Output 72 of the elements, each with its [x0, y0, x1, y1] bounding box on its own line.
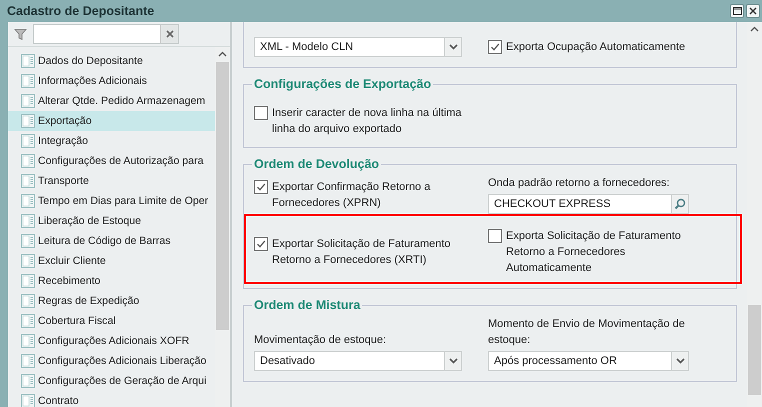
scrollbar-thumb[interactable] [216, 62, 229, 330]
nav-item[interactable]: Dados do Depositante [8, 51, 215, 71]
checkbox-label: Exportar Confirmação Retorno a Fornecedores (XPRN) [272, 180, 432, 210]
nav-item[interactable]: Configurações Adicionais Liberação [8, 351, 215, 371]
form-icon [21, 114, 35, 128]
nav-item[interactable]: Configurações de Geração de Arqui [8, 371, 215, 391]
nav-item[interactable]: Regras de Expedição [8, 291, 215, 311]
clear-button[interactable] [160, 25, 178, 43]
form-icon [21, 374, 35, 388]
nav-item[interactable]: Recebimento [8, 271, 215, 291]
field-label: Onda padrão retorno a fornecedores: [488, 176, 671, 191]
form-icon [21, 254, 35, 268]
checkbox[interactable] [488, 229, 502, 243]
checkbox-label: Inserir caracter de nova linha na última linha do arquivo exportado [272, 106, 463, 137]
nav-item[interactable]: Transporte [8, 171, 215, 191]
form-icon [21, 174, 35, 188]
maximize-button[interactable] [730, 4, 744, 18]
nav-item[interactable]: Liberação de Estoque [8, 211, 215, 231]
scrollbar-thumb[interactable] [748, 305, 761, 395]
section-title: Configurações de Exportação [253, 77, 432, 91]
form-icon [21, 134, 35, 148]
checkbox[interactable] [254, 180, 268, 194]
checkbox[interactable] [254, 106, 268, 120]
form-icon [21, 74, 35, 88]
nav-item[interactable]: Contrato [8, 391, 215, 407]
checkbox-label: Exporta Solicitação de Faturamento Retorno a Fornecedores Automaticamente [506, 229, 682, 276]
form-icon [21, 94, 35, 108]
form-icon [21, 334, 35, 348]
nav-item[interactable]: Cobertura Fiscal [8, 311, 215, 331]
section-title: Ordem de Mistura [253, 298, 362, 312]
dropdown[interactable]: XML - Modelo CLN [254, 37, 462, 57]
form-icon [21, 274, 35, 288]
form-icon [21, 194, 35, 208]
filter-field[interactable] [33, 24, 179, 44]
lookup-field[interactable]: CHECKOUT EXPRESS [488, 194, 689, 214]
chevron-down-icon [676, 358, 684, 364]
form-icon [21, 54, 35, 68]
form-icon [21, 354, 35, 368]
close-button[interactable] [746, 4, 760, 18]
nav-item[interactable]: Integração [8, 131, 215, 151]
checkbox-label: Exporta Ocupação Automaticamente [506, 40, 686, 55]
nav-item[interactable]: Tempo em Dias para Limite de Oper [8, 191, 215, 211]
nav-item[interactable]: Exportação [8, 111, 215, 131]
checkbox[interactable] [254, 237, 268, 251]
form-icon [21, 294, 35, 308]
scroll-up-icon[interactable] [218, 51, 227, 57]
nav-item[interactable]: Configurações de Autorização para [8, 151, 215, 171]
form-icon [21, 154, 35, 168]
nav-item[interactable]: Alterar Qtde. Pedido Armazenagem [8, 91, 215, 111]
window-title: Cadastro de Depositante [7, 4, 156, 18]
maximize-icon[interactable] [732, 7, 742, 15]
nav-item[interactable]: Leitura de Código de Barras [8, 231, 215, 251]
checkbox[interactable] [488, 40, 502, 54]
search-icon[interactable] [674, 198, 686, 210]
form-icon [21, 214, 35, 228]
filter-icon[interactable] [14, 28, 27, 40]
section-title: Ordem de Devolução [253, 157, 380, 171]
nav-item[interactable]: Configurações Adicionais XOFR [8, 331, 215, 351]
checkbox-label: Exportar Solicitação de Faturamento Retorno a Fornecedores (XRTI) [272, 237, 452, 268]
field-label: Momento de Envio de Movimentação de estoque: [488, 317, 686, 348]
nav-item[interactable]: Informações Adicionais [8, 71, 215, 91]
dropdown[interactable]: Desativado [254, 351, 462, 371]
close-icon[interactable] [749, 7, 757, 15]
field-label: Movimentação de estoque: [254, 333, 388, 348]
nav-item[interactable]: Excluir Cliente [8, 251, 215, 271]
chevron-down-icon [448, 358, 458, 364]
clear-icon[interactable] [166, 30, 174, 38]
form-icon [21, 234, 35, 248]
chevron-down-icon [448, 44, 458, 50]
form-icon [21, 314, 35, 328]
scroll-up-icon[interactable] [750, 26, 759, 32]
dropdown[interactable]: Após processamento OR [488, 351, 689, 371]
